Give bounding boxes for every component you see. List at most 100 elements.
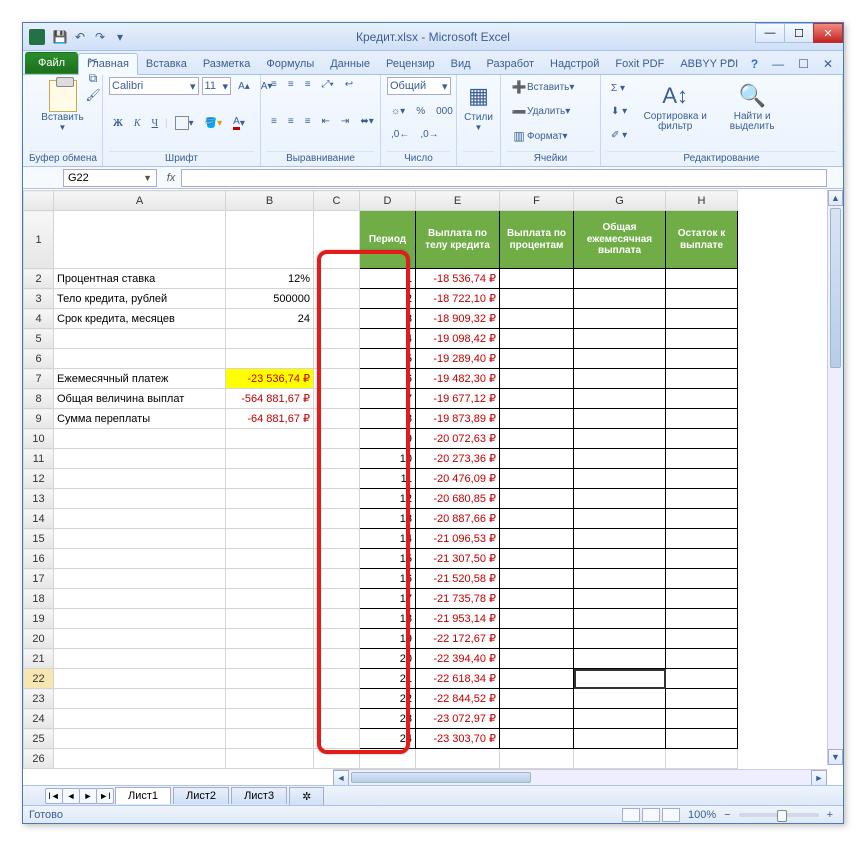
cell-D20[interactable]: 19 [360, 629, 416, 649]
scroll-down-icon[interactable]: ▼ [828, 749, 843, 765]
row-header-17[interactable]: 17 [24, 569, 54, 589]
cell-A6[interactable] [54, 349, 226, 369]
cell-E20[interactable]: -22 172,67 ₽ [416, 629, 500, 649]
cell-D2[interactable]: 1 [360, 269, 416, 289]
cell-C5[interactable] [314, 329, 360, 349]
cell-H2[interactable] [666, 269, 738, 289]
cell-E22[interactable]: -22 618,34 ₽ [416, 669, 500, 689]
cell-G19[interactable] [574, 609, 666, 629]
col-header-D[interactable]: D [360, 191, 416, 211]
sheet-nav-last-icon[interactable]: ►I [96, 788, 114, 804]
col-header-H[interactable]: H [666, 191, 738, 211]
cell-B15[interactable] [226, 529, 314, 549]
cell-B9[interactable]: -64 881,67 ₽ [226, 409, 314, 429]
cell-D7[interactable]: 6 [360, 369, 416, 389]
sort-filter-button[interactable]: A↕ Сортировка и фильтр [635, 77, 715, 147]
maximize-button[interactable]: ☐ [784, 23, 814, 43]
vscroll-thumb[interactable] [830, 208, 841, 368]
cell-C19[interactable] [314, 609, 360, 629]
inner-close-icon[interactable]: ✕ [819, 55, 837, 73]
align-top-icon[interactable]: ≡ [267, 77, 281, 92]
cell-D14[interactable]: 13 [360, 509, 416, 529]
row-header-11[interactable]: 11 [24, 449, 54, 469]
cell-B3[interactable]: 500000 [226, 289, 314, 309]
row-header-26[interactable]: 26 [24, 749, 54, 769]
grow-font-icon[interactable]: A▴ [234, 79, 254, 94]
hscroll-thumb[interactable] [351, 772, 531, 783]
cell-B22[interactable] [226, 669, 314, 689]
cell-B24[interactable] [226, 709, 314, 729]
increase-decimal-icon[interactable]: ,0← [387, 127, 413, 142]
bold-button[interactable]: Ж [109, 116, 127, 131]
cell-D13[interactable]: 12 [360, 489, 416, 509]
wrap-text-icon[interactable]: ↩ [341, 77, 357, 92]
cell-E21[interactable]: -22 394,40 ₽ [416, 649, 500, 669]
cell-E10[interactable]: -20 072,63 ₽ [416, 429, 500, 449]
cell-G15[interactable] [574, 529, 666, 549]
row-header-20[interactable]: 20 [24, 629, 54, 649]
cell-H16[interactable] [666, 549, 738, 569]
zoom-slider[interactable] [739, 813, 819, 817]
decrease-decimal-icon[interactable]: ,0→ [416, 127, 442, 142]
cell-A18[interactable] [54, 589, 226, 609]
cell-C25[interactable] [314, 729, 360, 749]
merge-button[interactable]: ⬌▾ [356, 114, 377, 129]
cell-C26[interactable] [314, 749, 360, 769]
cell-E9[interactable]: -19 873,89 ₽ [416, 409, 500, 429]
scroll-right-icon[interactable]: ► [811, 770, 827, 786]
cell-F17[interactable] [500, 569, 574, 589]
cell-H10[interactable] [666, 429, 738, 449]
minimize-button[interactable]: — [755, 23, 785, 43]
cut-icon[interactable]: ✂ [85, 53, 101, 69]
row-header-25[interactable]: 25 [24, 729, 54, 749]
cell-F23[interactable] [500, 689, 574, 709]
italic-button[interactable]: К [130, 116, 145, 131]
cell-F6[interactable] [500, 349, 574, 369]
cell-B2[interactable]: 12% [226, 269, 314, 289]
cell-B18[interactable] [226, 589, 314, 609]
cell-B5[interactable] [226, 329, 314, 349]
cell-G22[interactable] [574, 669, 666, 689]
formula-input[interactable] [181, 169, 827, 187]
view-layout-icon[interactable] [642, 808, 660, 822]
name-box[interactable]: G22 ▼ [63, 169, 157, 187]
percent-icon[interactable]: % [412, 104, 429, 119]
cell-E11[interactable]: -20 273,36 ₽ [416, 449, 500, 469]
copy-icon[interactable]: ⧉ [85, 70, 101, 86]
select-all[interactable] [24, 191, 54, 211]
clear-icon[interactable]: ✐ ▾ [607, 128, 631, 143]
cell-F5[interactable] [500, 329, 574, 349]
cell-H7[interactable] [666, 369, 738, 389]
cell-B14[interactable] [226, 509, 314, 529]
cell-B8[interactable]: -564 881,67 ₽ [226, 389, 314, 409]
cell-D18[interactable]: 17 [360, 589, 416, 609]
zoom-in-icon[interactable]: + [823, 807, 837, 823]
cell-C11[interactable] [314, 449, 360, 469]
cell-G7[interactable] [574, 369, 666, 389]
cell-C10[interactable] [314, 429, 360, 449]
align-right-icon[interactable]: ≡ [301, 114, 315, 129]
row-header-18[interactable]: 18 [24, 589, 54, 609]
tab-formulas[interactable]: Формулы [258, 54, 322, 74]
row-header-1[interactable]: 1 [24, 211, 54, 269]
cell-H13[interactable] [666, 489, 738, 509]
row-header-15[interactable]: 15 [24, 529, 54, 549]
col-header-C[interactable]: C [314, 191, 360, 211]
cell-E14[interactable]: -20 887,66 ₽ [416, 509, 500, 529]
cell-G10[interactable] [574, 429, 666, 449]
cell-E5[interactable]: -19 098,42 ₽ [416, 329, 500, 349]
cell-A23[interactable] [54, 689, 226, 709]
row-header-12[interactable]: 12 [24, 469, 54, 489]
cell-H9[interactable] [666, 409, 738, 429]
font-color-button[interactable]: A▾ [229, 114, 249, 132]
sheet-tab-3[interactable]: Лист3 [231, 787, 287, 804]
cell-H21[interactable] [666, 649, 738, 669]
cell-H26[interactable] [666, 749, 738, 769]
cell-A8[interactable]: Общая величина выплат [54, 389, 226, 409]
cell-B6[interactable] [226, 349, 314, 369]
cell-D3[interactable]: 2 [360, 289, 416, 309]
tab-foxit[interactable]: Foxit PDF [607, 54, 672, 74]
row-header-8[interactable]: 8 [24, 389, 54, 409]
row-header-21[interactable]: 21 [24, 649, 54, 669]
cell-C6[interactable] [314, 349, 360, 369]
